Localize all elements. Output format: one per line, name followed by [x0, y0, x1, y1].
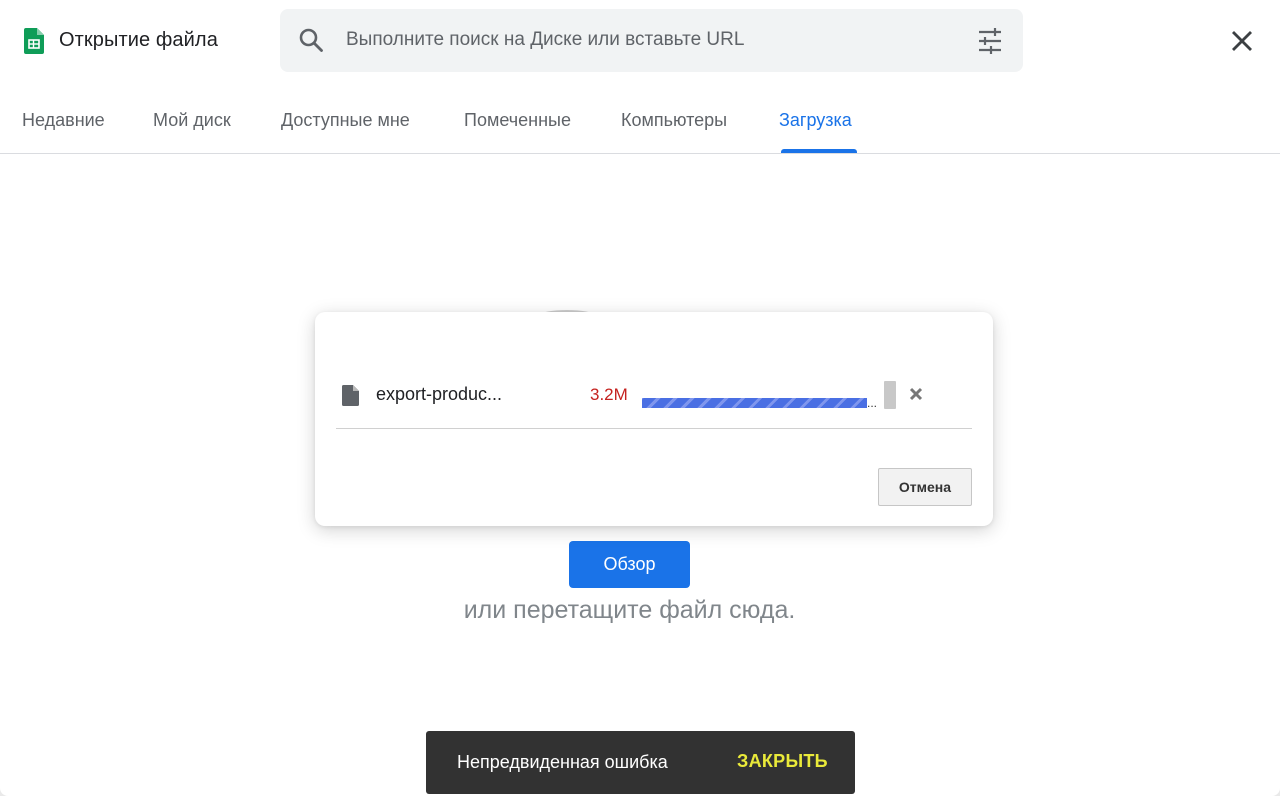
- upload-progress-dialog: export-produc... 3.2M ... Отмена: [315, 312, 993, 526]
- error-snackbar: Непредвиденная ошибка ЗАКРЫТЬ: [426, 731, 855, 794]
- remove-upload-icon[interactable]: [908, 386, 924, 402]
- dialog-header: Открытие файла: [0, 0, 1280, 82]
- upload-progress-bar: [642, 398, 867, 408]
- snackbar-close-button[interactable]: ЗАКРЫТЬ: [737, 751, 828, 772]
- upload-file-size: 3.2M: [590, 385, 628, 404]
- tab-upload[interactable]: Загрузка: [779, 110, 852, 131]
- drop-hint-text: или перетащите файл сюда.: [463, 596, 796, 624]
- progress-scroll-handle[interactable]: [884, 381, 896, 409]
- close-icon[interactable]: [1228, 27, 1256, 55]
- open-file-dialog: Открытие файла Выполните поиск на Диске …: [0, 0, 1280, 796]
- google-sheets-icon: [24, 28, 44, 54]
- snackbar-message: Непредвиденная ошибка: [457, 752, 668, 772]
- tab-computers[interactable]: Компьютеры: [621, 110, 727, 131]
- tab-shared-with-me[interactable]: Доступные мне: [281, 110, 410, 131]
- active-tab-indicator: [781, 149, 857, 153]
- cancel-button[interactable]: Отмена: [878, 468, 972, 506]
- tab-my-drive[interactable]: Мой диск: [153, 110, 231, 131]
- search-bar: [280, 9, 1023, 72]
- progress-ellipsis: ...: [867, 396, 878, 410]
- tab-bar: Недавние Мой диск Доступные мне Помеченн…: [0, 100, 1280, 154]
- search-icon[interactable]: [298, 27, 324, 53]
- tab-starred[interactable]: Помеченные: [464, 110, 571, 131]
- browse-button[interactable]: Обзор: [569, 541, 690, 588]
- dialog-divider: [336, 428, 972, 429]
- upload-file-name: export-produc...: [376, 384, 503, 404]
- search-input[interactable]: [346, 23, 946, 57]
- tab-recent[interactable]: Недавние: [22, 110, 105, 131]
- search-options-icon[interactable]: [976, 27, 1004, 55]
- file-icon: [342, 385, 359, 406]
- dialog-title: Открытие файла: [59, 29, 218, 51]
